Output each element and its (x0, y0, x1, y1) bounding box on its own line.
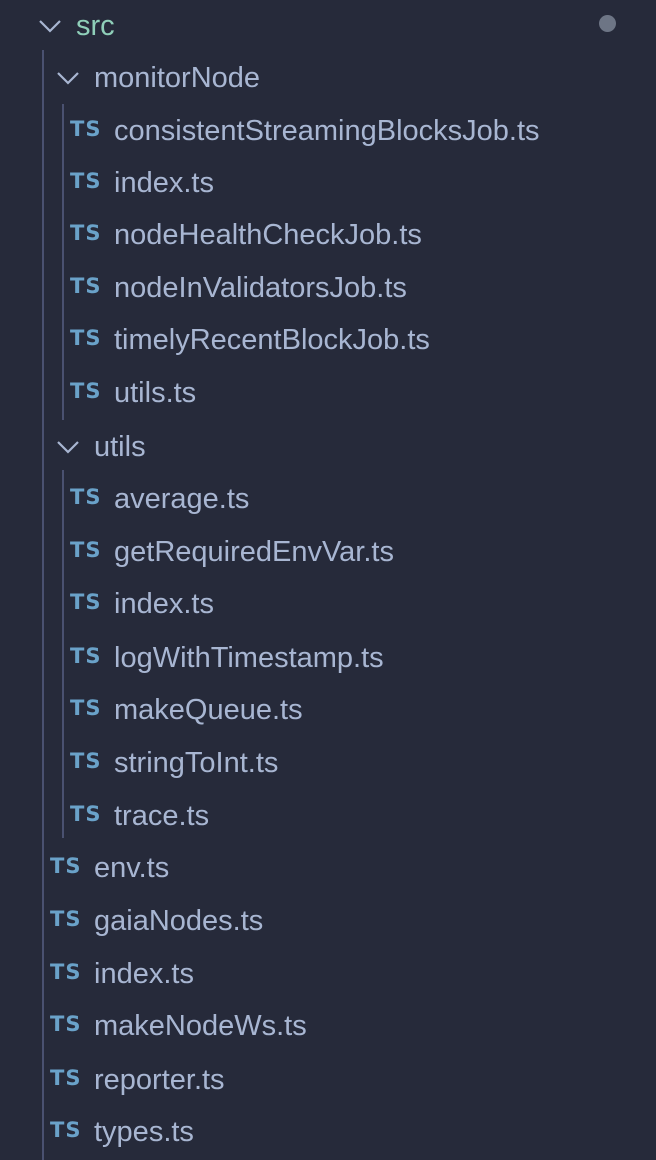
file-item[interactable]: TS consistentStreamingBlocksJob.ts (0, 105, 656, 157)
typescript-file-icon: TS (50, 1118, 82, 1142)
file-explorer: src monitorNode TS consistentStreamingBl… (0, 0, 656, 1160)
file-name: timelyRecentBlockJob.ts (114, 323, 430, 356)
folder-label-monitorNode: monitorNode (94, 61, 261, 94)
file-item[interactable]: TS types.ts (0, 1106, 656, 1158)
file-name: reporter.ts (94, 1063, 225, 1096)
file-name: env.ts (94, 851, 170, 884)
file-name: logWithTimestamp.ts (114, 641, 384, 674)
typescript-file-icon: TS (50, 907, 82, 931)
file-item[interactable]: TS utils.ts (0, 367, 656, 419)
chevron-down-icon (54, 64, 82, 92)
file-item[interactable]: TS trace.ts (0, 790, 656, 842)
file-name: index.ts (114, 166, 214, 199)
file-name: getRequiredEnvVar.ts (114, 535, 394, 568)
typescript-file-icon: TS (50, 1012, 82, 1036)
file-item[interactable]: TS env.ts (0, 842, 656, 894)
file-name: types.ts (94, 1115, 194, 1148)
typescript-file-icon: TS (70, 749, 102, 773)
file-item[interactable]: TS index.ts (0, 157, 656, 209)
typescript-file-icon: TS (70, 485, 102, 509)
typescript-file-icon: TS (50, 854, 82, 878)
folder-src[interactable]: src (0, 0, 656, 52)
folder-label-utils: utils (94, 430, 146, 463)
file-name: trace.ts (114, 799, 210, 832)
file-name: nodeHealthCheckJob.ts (114, 218, 422, 251)
folder-label-src: src (76, 9, 115, 42)
file-name: utils.ts (114, 376, 197, 409)
file-item[interactable]: TS index.ts (0, 578, 656, 630)
typescript-file-icon: TS (70, 117, 102, 141)
file-item[interactable]: TS reporter.ts (0, 1054, 656, 1106)
typescript-file-icon: TS (70, 326, 102, 350)
file-item[interactable]: TS logWithTimestamp.ts (0, 632, 656, 684)
file-item[interactable]: TS timelyRecentBlockJob.ts (0, 314, 656, 366)
file-item[interactable]: TS stringToInt.ts (0, 737, 656, 789)
file-name: makeQueue.ts (114, 693, 303, 726)
typescript-file-icon: TS (70, 644, 102, 668)
chevron-down-icon (36, 12, 64, 40)
file-name: average.ts (114, 482, 250, 515)
file-name: gaiaNodes.ts (94, 904, 264, 937)
typescript-file-icon: TS (70, 379, 102, 403)
typescript-file-icon: TS (70, 696, 102, 720)
typescript-file-icon: TS (70, 538, 102, 562)
file-name: nodeInValidatorsJob.ts (114, 271, 407, 304)
file-item[interactable]: TS nodeInValidatorsJob.ts (0, 262, 656, 314)
file-item[interactable]: TS gaiaNodes.ts (0, 895, 656, 947)
typescript-file-icon: TS (70, 590, 102, 614)
typescript-file-icon: TS (70, 802, 102, 826)
file-name: consistentStreamingBlocksJob.ts (114, 114, 540, 147)
file-item[interactable]: TS makeQueue.ts (0, 684, 656, 736)
typescript-file-icon: TS (70, 221, 102, 245)
file-item[interactable]: TS nodeHealthCheckJob.ts (0, 209, 656, 261)
folder-utils[interactable]: utils (0, 421, 656, 473)
file-item[interactable]: TS getRequiredEnvVar.ts (0, 526, 656, 578)
folder-monitorNode[interactable]: monitorNode (0, 52, 656, 104)
file-item[interactable]: TS average.ts (0, 473, 656, 525)
typescript-file-icon: TS (70, 169, 102, 193)
file-name: stringToInt.ts (114, 746, 279, 779)
file-item[interactable]: TS index.ts (0, 948, 656, 1000)
chevron-down-icon (54, 433, 82, 461)
typescript-file-icon: TS (50, 960, 82, 984)
modified-dot-icon (599, 15, 616, 32)
file-item[interactable]: TS makeNodeWs.ts (0, 1000, 656, 1052)
typescript-file-icon: TS (70, 274, 102, 298)
file-name: index.ts (94, 957, 194, 990)
file-name: makeNodeWs.ts (94, 1009, 307, 1042)
typescript-file-icon: TS (50, 1066, 82, 1090)
file-name: index.ts (114, 587, 214, 620)
